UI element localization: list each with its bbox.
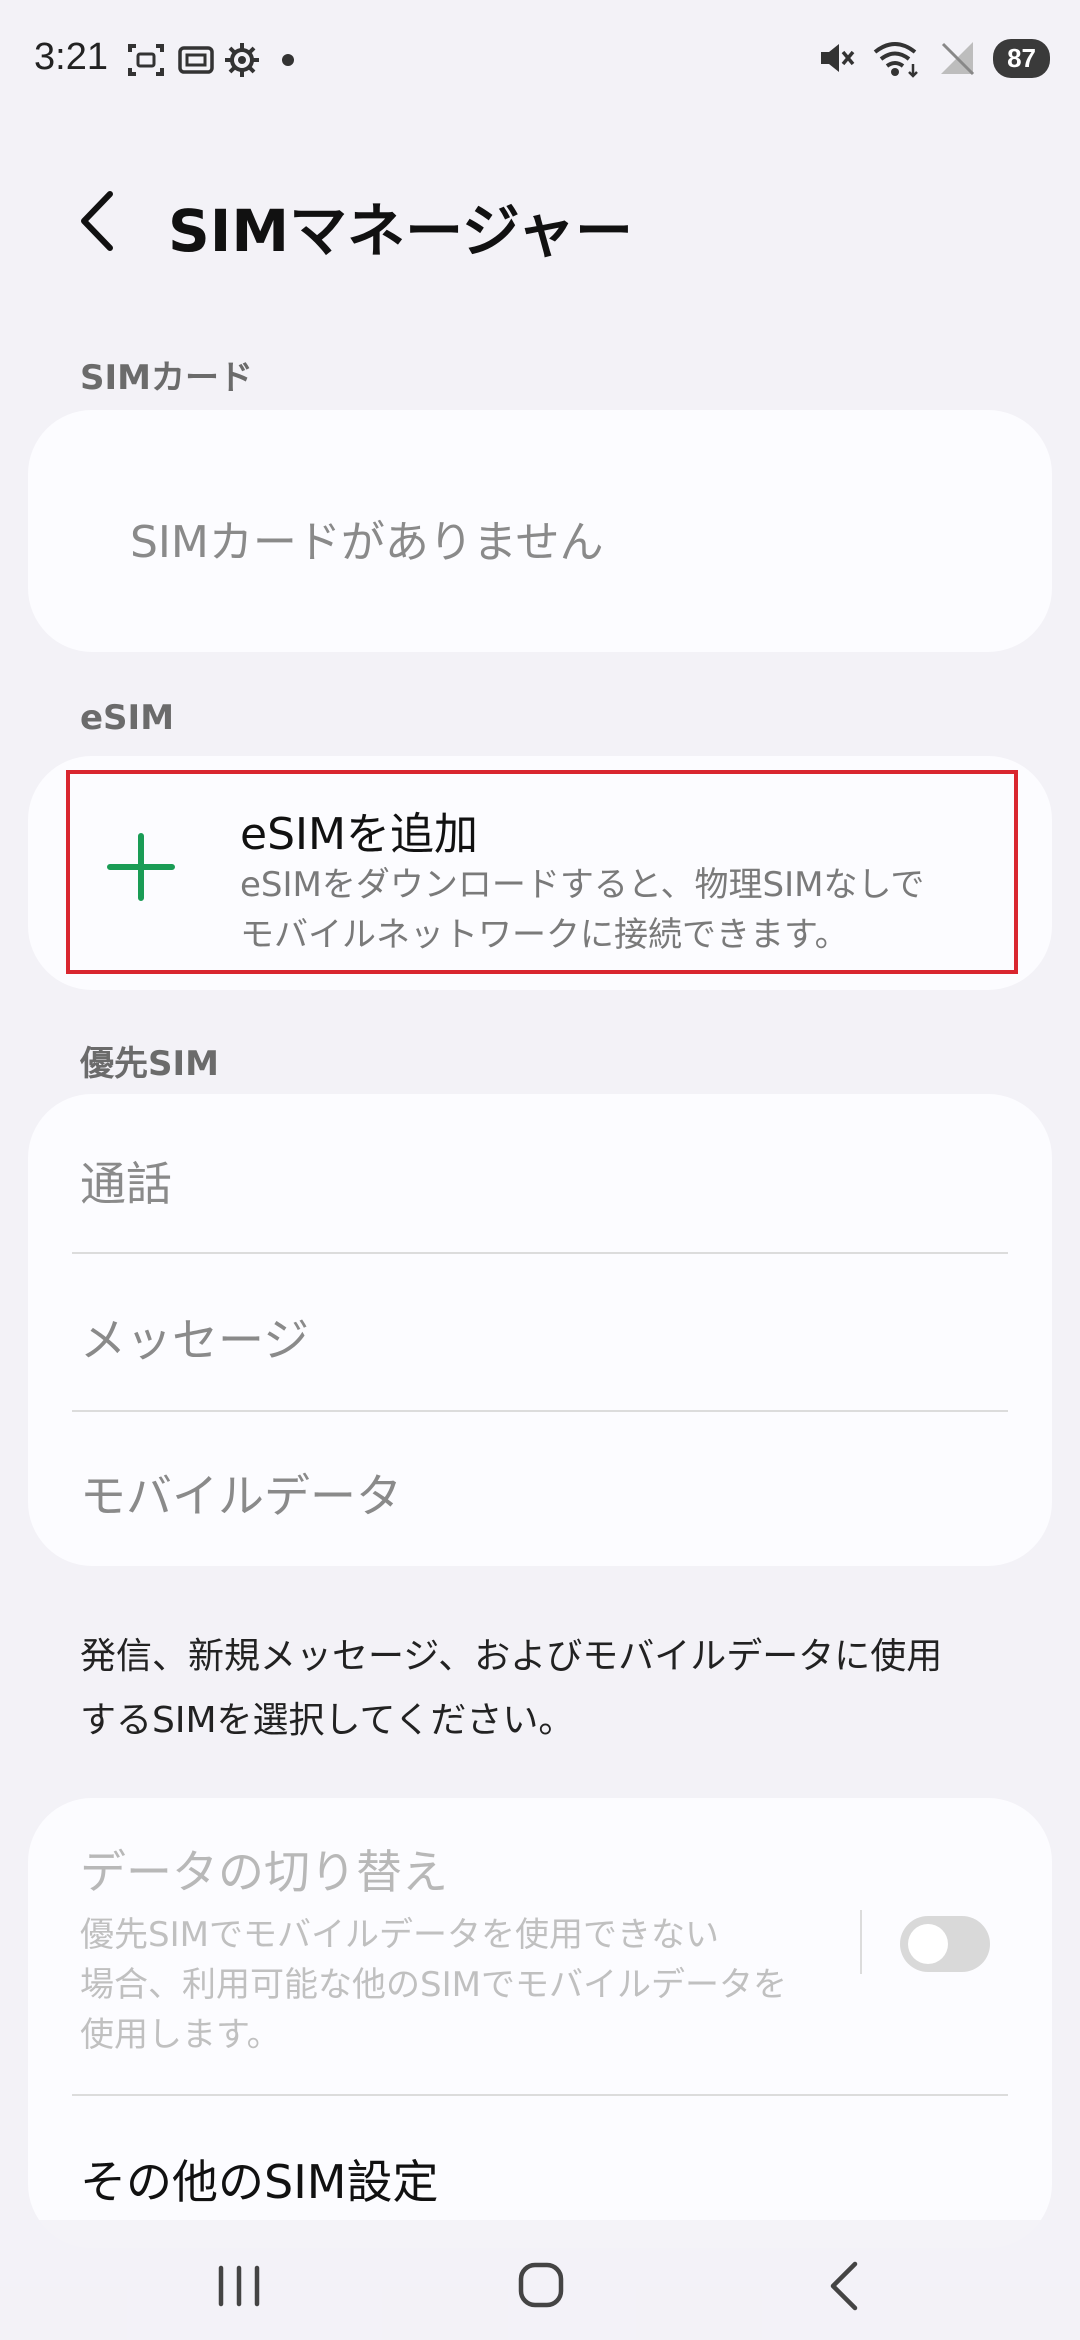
divider (72, 1252, 1008, 1254)
add-esim-desc-line2: モバイルネットワークに接続できます。 (240, 915, 849, 955)
back-icon[interactable] (800, 2250, 890, 2320)
recent-apps-icon[interactable] (194, 2250, 284, 2320)
pref-item-mobile-data[interactable]: モバイルデータ (80, 1460, 402, 1526)
other-sim-settings[interactable]: その他のSIM設定 (80, 2146, 438, 2212)
page-title: SIMマネージャー (168, 197, 634, 265)
mute-icon (821, 44, 855, 72)
app-header: SIMマネージャー (0, 170, 1080, 270)
preferred-sim-section-label: 優先SIM (80, 1044, 219, 1084)
data-switch-toggle[interactable] (900, 1916, 990, 1972)
add-esim-title: eSIMを追加 (240, 809, 478, 860)
back-arrow-icon[interactable] (70, 186, 130, 256)
no-signal-icon (941, 42, 975, 76)
vertical-divider (860, 1910, 862, 1974)
preferred-sim-info: 発信、新規メッセージ、およびモバイルデータに使用 するSIMを選択してください。 (80, 1625, 1020, 1753)
toggle-knob (908, 1924, 948, 1964)
pref-item-messages[interactable]: メッセージ (80, 1304, 309, 1370)
esim-section-label: eSIM (80, 698, 175, 738)
wifi-icon (873, 42, 918, 78)
home-icon[interactable] (496, 2250, 586, 2320)
settings-card: データの切り替え 優先SIMでモバイルデータを使用できない 場合、利用可能な他の… (28, 1798, 1052, 2248)
no-sim-text: SIMカードがありません (130, 517, 604, 568)
add-esim-button[interactable]: eSIMを追加 eSIMをダウンロードすると、物理SIMなしで モバイルネットワ… (66, 770, 1018, 974)
status-bar: 3:21 87 (0, 0, 1080, 120)
data-switch-title: データの切り替え (80, 1845, 448, 1899)
sim-card-card: SIMカードがありません (28, 410, 1052, 652)
sim-card-section-label: SIMカード (80, 358, 253, 398)
status-time: 3:21 (34, 36, 108, 78)
pref-item-calls[interactable]: 通話 (80, 1148, 172, 1214)
battery-icon: 87 (993, 38, 1050, 78)
info-line1: 発信、新規メッセージ、およびモバイルデータに使用 (80, 1636, 943, 1677)
nav-bar (0, 2220, 1080, 2340)
add-esim-desc-line1: eSIMをダウンロードすると、物理SIMなしで (240, 865, 925, 905)
plus-icon (107, 833, 175, 901)
preferred-sim-card: 通話 メッセージ モバイルデータ (28, 1094, 1052, 1566)
dot-icon (282, 54, 294, 66)
data-switch-description: 優先SIMでモバイルデータを使用できない 場合、利用可能な他のSIMでモバイルデ… (80, 1910, 840, 2060)
divider (72, 2094, 1008, 2096)
divider (72, 1410, 1008, 1412)
add-esim-description: eSIMをダウンロードすると、物理SIMなしで モバイルネットワークに接続できま… (240, 860, 1000, 960)
screenshot-icon (128, 44, 164, 76)
data-switch-desc-line2: 場合、利用可能な他のSIMでモバイルデータを (80, 1965, 787, 2005)
gear-icon (225, 43, 259, 77)
info-line2: するSIMを選択してください。 (80, 1700, 575, 1741)
sim-icon (178, 46, 214, 74)
data-switch-desc-line3: 使用します。 (80, 2015, 281, 2055)
data-switch-desc-line1: 優先SIMでモバイルデータを使用できない (80, 1915, 719, 1955)
status-right: 87 (815, 38, 1050, 78)
